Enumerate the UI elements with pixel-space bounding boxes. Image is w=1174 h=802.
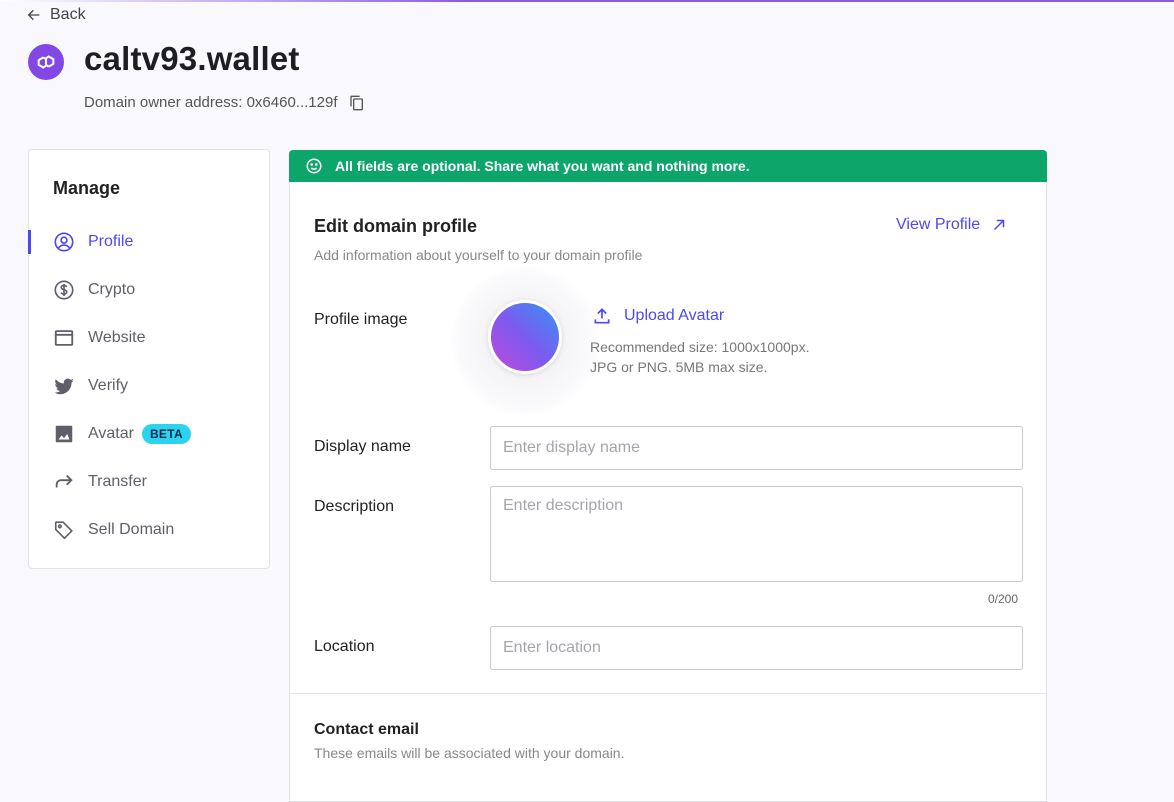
back-button[interactable]: Back (26, 6, 86, 24)
domain-title: caltv93.wallet (84, 40, 300, 77)
forward-arrow-icon (55, 474, 73, 488)
image-icon (55, 425, 73, 443)
sidebar-item-label: Profile (88, 233, 134, 250)
polygon-logo-icon (28, 44, 64, 80)
avatar-gradient (491, 303, 559, 371)
back-label: Back (50, 6, 86, 23)
sidebar-item-avatar[interactable]: Avatar BETA (29, 414, 269, 454)
sidebar-item-transfer[interactable]: Transfer (29, 462, 269, 502)
top-accent-line (0, 0, 1174, 2)
section-divider (290, 693, 1046, 694)
sidebar-item-website[interactable]: Website (29, 318, 269, 358)
sidebar-item-label: Avatar (88, 425, 134, 442)
avatar-format-hint: JPG or PNG. 5MB max size. (590, 359, 768, 375)
location-input[interactable] (490, 626, 1023, 670)
description-input[interactable] (490, 486, 1023, 582)
twitter-icon (54, 378, 74, 395)
sidebar-item-sell-domain[interactable]: Sell Domain (29, 510, 269, 550)
description-counter: 0/200 (988, 592, 1019, 606)
display-name-label: Display name (314, 438, 411, 455)
display-name-input[interactable] (490, 426, 1023, 470)
manage-sidebar: Manage Profile Crypto Website Verify Ava… (28, 149, 270, 569)
smiley-icon (306, 158, 322, 174)
beta-badge: BETA (141, 424, 191, 444)
sidebar-item-label: Sell Domain (88, 521, 175, 538)
account-circle-icon (54, 232, 74, 252)
sidebar-item-label: Website (88, 329, 146, 346)
avatar-size-hint: Recommended size: 1000x1000px. (590, 339, 810, 355)
location-label: Location (314, 638, 375, 655)
sidebar-item-label: Transfer (88, 473, 147, 490)
upload-avatar-label: Upload Avatar (624, 307, 725, 324)
view-profile-label: View Profile (896, 216, 981, 233)
owner-address-row: Domain owner address: 0x6460...129f (84, 94, 365, 111)
banner-text: All fields are optional. Share what you … (335, 158, 750, 174)
owner-address: Domain owner address: 0x6460...129f (84, 94, 338, 111)
upload-icon (594, 308, 610, 324)
sidebar-item-verify[interactable]: Verify (29, 366, 269, 406)
tag-icon (54, 521, 73, 540)
sidebar-title: Manage (53, 178, 121, 198)
view-profile-link[interactable]: View Profile (896, 216, 1008, 234)
sidebar-item-crypto[interactable]: Crypto (29, 270, 269, 310)
panel-subtitle: Add information about yourself to your d… (314, 247, 643, 263)
dollar-circle-icon (54, 280, 74, 300)
optional-fields-banner: All fields are optional. Share what you … (289, 150, 1047, 182)
sidebar-item-profile[interactable]: Profile (28, 222, 269, 262)
sidebar-item-label: Crypto (88, 281, 136, 298)
external-arrow-icon (994, 219, 1005, 231)
arrow-left-icon (27, 9, 40, 21)
description-label: Description (314, 498, 395, 515)
edit-profile-panel: Edit domain profile Add information abou… (289, 182, 1047, 802)
contact-email-title: Contact email (314, 721, 419, 738)
panel-title: Edit domain profile (314, 216, 478, 236)
profile-image-label: Profile image (314, 311, 408, 328)
browser-window-icon (54, 330, 74, 346)
contact-email-subtitle: These emails will be associated with you… (314, 745, 625, 761)
upload-avatar-button[interactable]: Upload Avatar (592, 306, 724, 326)
copy-icon[interactable] (349, 95, 365, 111)
avatar-preview[interactable] (488, 300, 562, 374)
sidebar-item-label: Verify (88, 377, 129, 394)
